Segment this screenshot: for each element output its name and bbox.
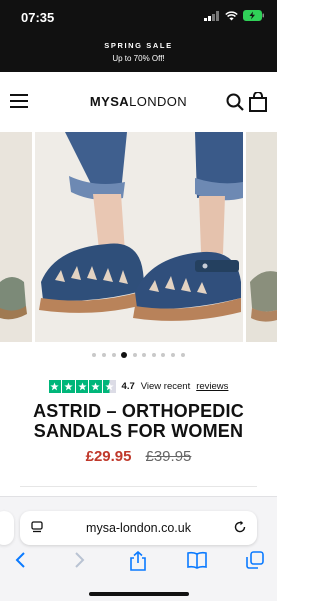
carousel-dot[interactable] <box>132 353 137 357</box>
logo-bold: MYSA <box>89 94 130 109</box>
tabs-icon[interactable] <box>246 551 264 569</box>
original-price: £39.95 <box>145 448 192 465</box>
product-title-line1: ASTRID – ORTHOPEDIC <box>33 401 244 421</box>
sale-price: £29.95 <box>85 448 132 465</box>
trustpilot-star-icon <box>62 380 75 393</box>
address-bar[interactable]: mysa-london.co.uk <box>20 511 257 545</box>
wifi-icon <box>225 10 238 20</box>
trustpilot-stars <box>48 380 116 393</box>
bookmarks-icon[interactable] <box>187 551 207 569</box>
status-bar: 07:35 <box>0 0 277 34</box>
site-header: MYSALONDON <box>0 72 277 132</box>
search-icon[interactable] <box>226 93 244 111</box>
home-indicator <box>89 592 189 596</box>
signal-icon <box>204 10 219 21</box>
rating-prefix: View recent <box>140 380 191 392</box>
share-icon[interactable] <box>129 551 147 571</box>
navigation-toolbar <box>0 551 277 577</box>
product-title: ASTRID – ORTHOPEDIC SANDALS FOR WOMEN <box>0 401 277 441</box>
url-text: mysa-london.co.uk <box>86 521 191 535</box>
status-icons <box>204 10 265 21</box>
promo-banner[interactable]: SPRING SALE Up to 70% Off! <box>0 34 277 72</box>
carousel-prev-image[interactable] <box>0 132 32 342</box>
trustpilot-star-icon <box>48 380 62 393</box>
carousel-dot[interactable] <box>92 353 97 357</box>
rating-row: 4.7 View recent reviews <box>0 380 277 393</box>
price-row: £29.95 £39.95 <box>0 448 277 465</box>
product-image-main[interactable] <box>35 132 243 342</box>
previous-tab-pill[interactable] <box>0 511 14 545</box>
forward-icon[interactable] <box>74 551 86 569</box>
carousel-dot[interactable] <box>151 353 156 357</box>
carousel-dot[interactable] <box>101 353 106 357</box>
carousel-dot[interactable] <box>142 353 147 357</box>
logo-light: LONDON <box>129 94 188 109</box>
browser-toolbar: mysa-london.co.uk <box>0 496 277 601</box>
back-icon[interactable] <box>14 551 26 569</box>
trustpilot-star-icon <box>102 380 116 393</box>
carousel-pagination <box>0 352 277 358</box>
status-time: 07:35 <box>21 10 55 25</box>
reviews-link[interactable]: reviews <box>196 381 228 392</box>
trustpilot-star-icon <box>89 380 102 393</box>
product-title-line2: SANDALS FOR WOMEN <box>33 421 244 441</box>
carousel-dot[interactable] <box>171 353 176 357</box>
section-divider <box>20 486 257 487</box>
carousel-dot[interactable] <box>180 353 185 357</box>
reload-icon[interactable] <box>233 520 247 534</box>
battery-charging-icon <box>243 10 264 21</box>
carousel-dot[interactable] <box>121 352 128 358</box>
carousel-dot[interactable] <box>111 353 116 357</box>
carousel-dot[interactable] <box>161 353 166 357</box>
promo-title: SPRING SALE <box>104 41 173 50</box>
rating-value: 4.7 <box>121 380 135 392</box>
carousel-next-image[interactable] <box>246 132 277 342</box>
product-image-carousel[interactable] <box>0 132 277 342</box>
trustpilot-star-icon <box>75 380 89 393</box>
bag-icon[interactable] <box>249 92 267 112</box>
promo-subtitle: Up to 70% Off! <box>112 54 165 63</box>
